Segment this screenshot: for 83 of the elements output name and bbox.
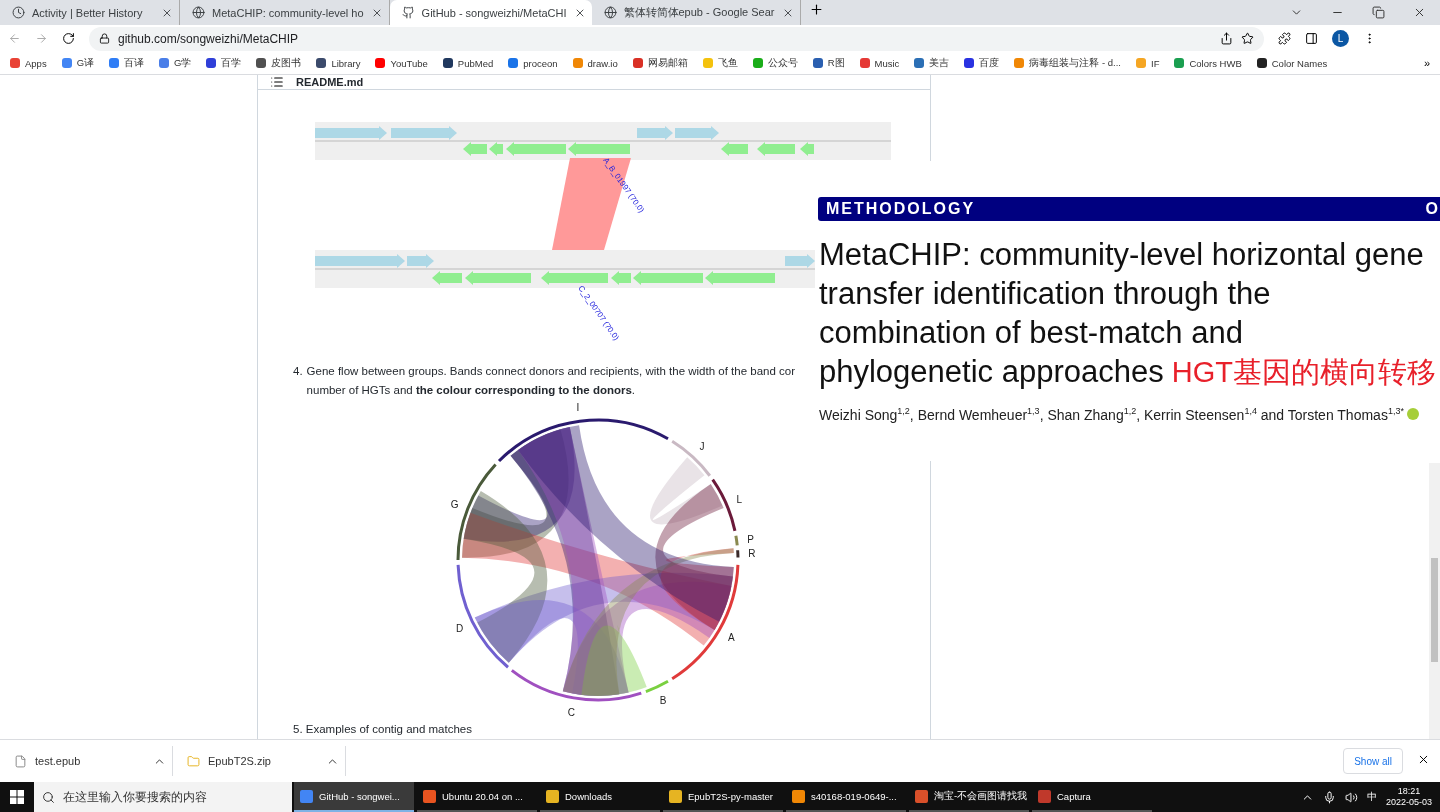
taskbar-app[interactable]: EpubT2S-py-master (663, 782, 783, 812)
list-number: 4. (293, 364, 303, 379)
clock[interactable]: 18:21 2022-05-03 (1385, 786, 1432, 808)
article-title-line: phylogenetic approaches (819, 353, 1164, 391)
annotation-text: HGT基因的横向转移 (1171, 355, 1436, 390)
tab-icon (401, 6, 415, 19)
group-label: D (455, 622, 464, 634)
taskbar-app[interactable]: s40168-019-0649-... (786, 782, 906, 812)
bookmark[interactable]: proceon (508, 57, 558, 69)
bookmark[interactable]: 百学 (206, 56, 242, 70)
tab-icon (192, 6, 205, 19)
group-label: L (736, 493, 742, 505)
group-label: P (747, 533, 754, 545)
input-method[interactable]: 中 (1366, 790, 1377, 804)
group-label: B (659, 694, 667, 706)
list-item: 5. Examples of contig and matches (293, 722, 472, 737)
group-label: I (576, 402, 580, 414)
volume-icon[interactable] (1344, 790, 1358, 804)
taskbar-app[interactable]: GitHub - songwei... (294, 782, 414, 812)
group-label: J (699, 441, 705, 453)
taskbar-app[interactable]: Ubuntu 20.04 on ... (417, 782, 537, 812)
profile-avatar[interactable]: L (1332, 30, 1349, 47)
star-icon[interactable] (1241, 32, 1254, 45)
puzzle-icon[interactable] (1278, 32, 1291, 45)
group-label: G (450, 498, 459, 510)
group-label: A (728, 632, 735, 643)
author-list: Weizhi Song$^{1,2}$, Bernd Wemheuer$^{1,3}$, Shan Zhang$^{1,2}$, Kerrin Steensen$^{1,4}$ and Torsten Thomas$^{1,3*}$ (819, 406, 1404, 423)
bookmark[interactable]: 百译 (109, 56, 145, 70)
article-title-line: MetaCHIP: community-level horizontal gene (818, 236, 1425, 274)
file-icon (187, 754, 200, 768)
bookmark[interactable]: 病毒组装与注释 - d... (1014, 56, 1121, 70)
close-icon[interactable] (1413, 6, 1426, 19)
file-name: README.md (296, 76, 364, 88)
microphone-icon[interactable] (1322, 790, 1336, 804)
reload-icon[interactable] (62, 32, 75, 45)
bookmark[interactable]: Apps (10, 57, 47, 69)
bookmark[interactable]: 网易邮箱 (632, 56, 688, 70)
lock-icon (99, 33, 110, 44)
new-tab-icon[interactable] (808, 2, 824, 17)
show-all-button[interactable]: Show all (1343, 748, 1403, 774)
outline-icon[interactable] (270, 75, 284, 89)
scrollbar[interactable] (1429, 463, 1440, 739)
share-icon[interactable] (1220, 32, 1233, 45)
bookmark[interactable]: 美吉 (914, 56, 950, 70)
article-title-line: combination of best-match and (818, 314, 1244, 352)
group-label: C (567, 706, 575, 718)
more-bookmarks[interactable]: » (1423, 57, 1430, 69)
file-icon (14, 754, 27, 768)
bookmark[interactable]: Music (859, 57, 900, 69)
bookmark[interactable]: G译 (61, 56, 95, 70)
bookmark[interactable]: 皮图书 (256, 56, 302, 70)
download-item[interactable]: test.epub (10, 746, 173, 776)
taskbar-search-field[interactable]: 在这里输入你要搜索的内容 (34, 782, 292, 812)
download-item[interactable]: EpubT2S.zip (183, 746, 346, 776)
bookmark[interactable]: R图 (812, 56, 845, 70)
bookmark[interactable]: Library (316, 57, 361, 69)
bookmark[interactable]: Colors HWB (1174, 57, 1242, 69)
taskbar-app[interactable]: Downloads (540, 782, 660, 812)
taskbar-app[interactable]: 淘宝-不会画图请找我 (909, 782, 1029, 812)
side-panel-icon[interactable] (1305, 32, 1318, 45)
bookmark[interactable]: 飞鱼 (702, 56, 738, 70)
restore-icon[interactable] (1372, 6, 1385, 19)
bookmark[interactable]: 公众号 (752, 56, 798, 70)
paragraph-line: number of HGTs and the colour corresponding to the donors. (306, 383, 637, 398)
taskbar-app[interactable]: Captura (1032, 782, 1152, 812)
paragraph-line: Gene flow between groups. Bands connect donors and recipients, with the width of the band cor (306, 364, 795, 379)
browser-tab[interactable]: GitHub - songweizhi/MetaCHI (389, 0, 592, 25)
bookmark[interactable]: PubMed (442, 57, 494, 69)
bookmark[interactable]: 百度 (964, 56, 1000, 70)
tab-icon (12, 6, 25, 19)
bookmark[interactable]: draw.io (572, 57, 618, 69)
address-bar[interactable]: github.com/songweizhi/MetaCHIP (89, 26, 1264, 51)
bookmark[interactable]: YouTube (375, 57, 428, 69)
article-title-line: transfer identification through the (818, 275, 1272, 313)
tab-icon (603, 6, 617, 19)
bookmark[interactable]: Color Names (1256, 57, 1328, 69)
search-icon (42, 790, 55, 804)
section-banner: METHODOLOGY O (818, 197, 1440, 221)
bookmark[interactable]: G学 (159, 56, 192, 70)
windows-logo-icon (10, 790, 24, 804)
bookmark[interactable]: IF (1136, 57, 1160, 69)
close-icon[interactable] (1417, 753, 1430, 766)
group-label: R (748, 548, 756, 560)
